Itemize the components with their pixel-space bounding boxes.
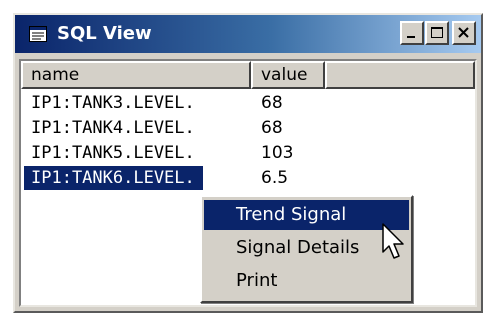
close-button[interactable] [452, 21, 476, 45]
menu-item-signal-details[interactable]: Signal Details [204, 233, 409, 263]
minimize-button[interactable] [400, 21, 424, 45]
table-row[interactable]: IP1:TANK5.LEVEL. 103 [21, 141, 475, 165]
row-value: 68 [261, 93, 283, 113]
row-name: IP1:TANK3.LEVEL. [31, 93, 195, 113]
menu-item-trend-signal[interactable]: Trend Signal [204, 200, 409, 230]
minimize-icon [407, 36, 415, 38]
table-row[interactable]: IP1:TANK3.LEVEL. 68 [21, 91, 475, 115]
title-bar[interactable]: SQL View [15, 15, 481, 53]
column-header-value[interactable]: value [251, 61, 325, 89]
row-name: IP1:TANK6.LEVEL. [24, 166, 203, 190]
arrow-cursor-icon [382, 223, 404, 259]
table-row[interactable]: IP1:TANK4.LEVEL. 68 [21, 116, 475, 140]
row-name: IP1:TANK5.LEVEL. [31, 143, 195, 163]
sql-view-icon [29, 26, 47, 42]
table-row-selected[interactable]: IP1:TANK6.LEVEL. 6.5 [21, 166, 475, 190]
row-value: 68 [261, 118, 283, 138]
row-name: IP1:TANK4.LEVEL. [31, 118, 195, 138]
maximize-button[interactable] [425, 21, 449, 45]
maximize-icon [431, 27, 443, 38]
column-header-filler [325, 61, 475, 89]
close-icon [458, 27, 469, 38]
list-header: name value [21, 61, 475, 89]
window-title: SQL View [57, 23, 152, 44]
row-value: 103 [261, 143, 294, 163]
row-value: 6.5 [261, 168, 289, 188]
column-header-name[interactable]: name [21, 61, 251, 89]
menu-item-print[interactable]: Print [204, 266, 409, 296]
